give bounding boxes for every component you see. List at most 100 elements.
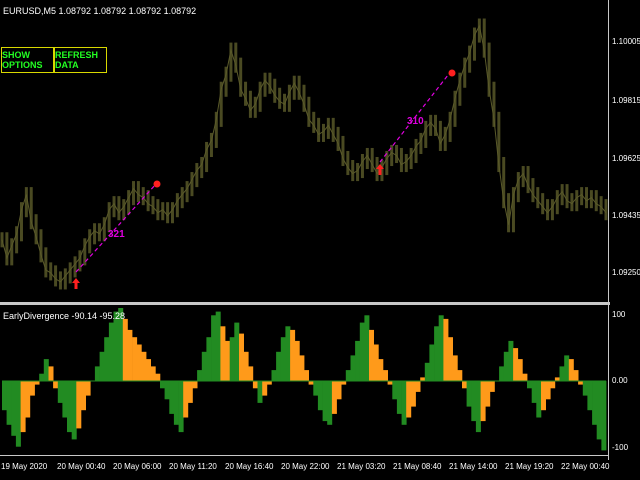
indicator-bar <box>187 381 193 403</box>
indicator-bar <box>415 381 421 392</box>
divergence-dot <box>153 180 161 188</box>
indicator-bar <box>480 381 486 422</box>
time-label: 21 May 08:40 <box>393 462 442 471</box>
indicator-bar <box>331 381 337 414</box>
time-label: 20 May 22:00 <box>281 462 330 471</box>
indicator-bar <box>276 351 282 381</box>
indicator-bar <box>410 381 416 407</box>
indicator-bar <box>545 381 551 400</box>
indicator-bar <box>341 381 347 385</box>
indicator-bar <box>225 340 230 381</box>
price-label: 1.09815 <box>612 96 640 105</box>
indicator-bar <box>122 318 128 381</box>
indicator-bar <box>550 381 556 389</box>
indicator-bar <box>257 381 263 403</box>
time-label: 20 May 06:00 <box>113 462 162 471</box>
indicator-bar <box>104 337 110 381</box>
indicator-bar <box>406 381 412 418</box>
indicator-bar <box>81 381 86 411</box>
indicator-bar <box>536 381 542 418</box>
indicator-bar <box>420 377 426 381</box>
indicator-bar <box>317 381 323 411</box>
indicator-bar <box>39 373 45 381</box>
indicator-bar <box>582 381 588 396</box>
indicator-bar <box>280 337 286 381</box>
indicator-bar <box>57 381 63 403</box>
indicator-bar <box>53 381 59 389</box>
indicator-bar <box>522 373 528 381</box>
indicator-bar <box>71 381 77 440</box>
indicator-axis-label: 100 <box>612 310 626 319</box>
refresh-data-button[interactable]: REFRESH DATA <box>54 47 107 73</box>
indicator-bar <box>248 366 254 381</box>
price-label: 1.10005 <box>612 37 640 46</box>
indicator-bar <box>438 315 444 381</box>
indicator-bar <box>387 381 393 385</box>
symbol-info: EURUSD,M5 1.08792 1.08792 1.08792 1.0879… <box>3 6 197 16</box>
indicator-bar <box>94 366 100 381</box>
indicator-bar <box>336 381 342 400</box>
indicator-bar <box>239 333 244 381</box>
indicator-bar <box>592 381 598 425</box>
indicator-bar <box>294 340 300 381</box>
indicator-bar <box>141 351 147 381</box>
indicator-bar <box>178 381 184 433</box>
indicator-bar <box>601 381 607 451</box>
indicator-bar <box>229 337 235 381</box>
indicator-bar <box>252 381 258 389</box>
time-label: 20 May 16:40 <box>225 462 274 471</box>
indicator-bar <box>513 348 519 381</box>
indicator-bar <box>462 381 467 389</box>
indicator-bar <box>373 344 379 381</box>
indicator-bar <box>304 370 309 381</box>
indicator-bar <box>527 381 532 389</box>
indicator-bar <box>197 370 203 381</box>
indicator-bar <box>508 340 514 381</box>
indicator-bar <box>345 370 351 381</box>
indicator-bar <box>183 381 189 418</box>
indicator-bar <box>531 381 537 403</box>
time-label: 21 May 19:20 <box>505 462 554 471</box>
indicator-bar <box>452 355 458 381</box>
indicator-bar <box>136 344 142 381</box>
indicator-bar <box>108 322 114 381</box>
indicator-bar <box>173 381 179 425</box>
indicator-bar <box>25 381 31 418</box>
indicator-bar <box>160 381 165 389</box>
indicator-bar <box>299 355 305 381</box>
indicator-bar <box>443 318 449 381</box>
time-label: 20 May 00:40 <box>57 462 106 471</box>
divergence-line-1 <box>75 183 157 273</box>
indicator-bar <box>6 381 12 425</box>
indicator-bar <box>15 381 21 447</box>
indicator-bar <box>313 381 319 396</box>
divergence-dot <box>448 69 456 77</box>
indicator-bar <box>378 359 384 381</box>
indicator-bar <box>517 359 523 381</box>
indicator-bar <box>243 351 249 381</box>
indicator-bar <box>541 381 546 411</box>
indicator-bar <box>396 381 402 414</box>
indicator-bar <box>559 366 565 381</box>
indicator-bar <box>43 359 49 381</box>
indicator-bar <box>169 381 175 414</box>
time-label: 21 May 14:00 <box>449 462 498 471</box>
indicator-bar <box>211 315 217 381</box>
show-options-button[interactable]: SHOW OPTIONS <box>1 47 54 73</box>
indicator-bar <box>308 381 314 385</box>
indicator-bar <box>499 366 505 381</box>
indicator-bar <box>475 381 481 433</box>
indicator-bar <box>573 370 579 381</box>
panel-separator[interactable] <box>0 302 610 305</box>
indicator-bar <box>206 337 212 381</box>
indicator-bar <box>150 366 156 381</box>
indicator-bar <box>568 359 574 381</box>
time-label: 19 May 2020 <box>1 462 48 471</box>
indicator-title: EarlyDivergence -90.14 -95.28 <box>3 311 126 321</box>
price-label: 1.09250 <box>612 268 640 277</box>
indicator-bar <box>364 315 370 381</box>
indicator-bar <box>401 381 407 425</box>
indicator-bar <box>587 381 593 411</box>
indicator-bar <box>424 362 430 382</box>
indicator-bar <box>127 329 133 381</box>
